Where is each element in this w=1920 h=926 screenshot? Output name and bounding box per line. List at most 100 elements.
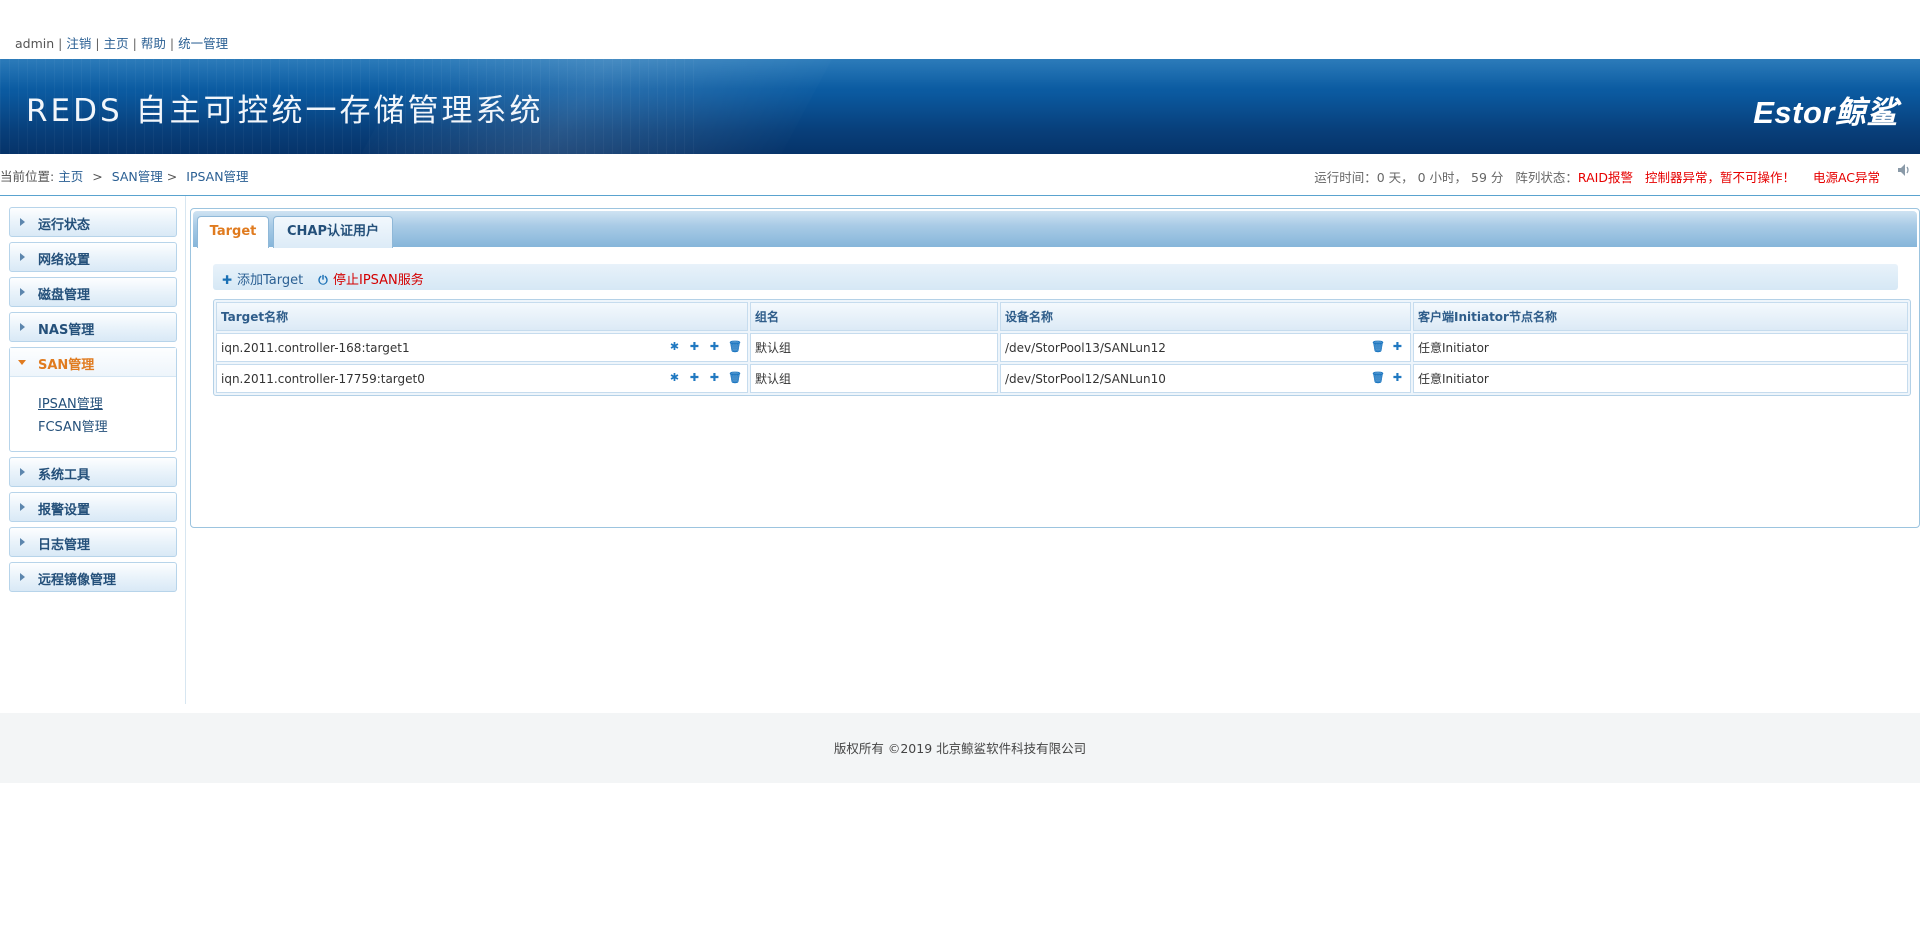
trash-icon[interactable]: 🗑: [728, 371, 742, 384]
system-status: 运行时间：0 天， 0 小时， 59 分 阵列状态：RAID报警 控制器异常，暂…: [1314, 167, 1880, 186]
menu-nas-management[interactable]: NAS管理: [9, 312, 177, 342]
device-actions: 🗑 ✚: [1364, 370, 1404, 384]
target-actions: ✱ ✚ ✚ 🗑: [661, 370, 742, 384]
menu-label: SAN管理: [38, 358, 95, 373]
cell-device: /dev/StorPool12/SANLun10 🗑 ✚: [1000, 364, 1411, 393]
plus-icon[interactable]: ✚: [1391, 340, 1404, 353]
menu-network-settings[interactable]: 网络设置: [9, 242, 177, 272]
target-name: iqn.2011.controller-17759:target0: [221, 371, 425, 386]
trash-icon[interactable]: 🗑: [728, 340, 742, 353]
breadcrumb-separator: >: [166, 169, 178, 184]
breadcrumb-prefix: 当前位置:: [0, 169, 55, 184]
plus-icon: ✚: [221, 273, 233, 287]
separator: |: [95, 36, 100, 51]
breadcrumb-san[interactable]: SAN管理: [112, 169, 163, 184]
cell-target: iqn.2011.controller-17759:target0 ✱ ✚ ✚ 🗑: [216, 364, 748, 393]
cell-target: iqn.2011.controller-168:target1 ✱ ✚ ✚ 🗑: [216, 333, 748, 362]
breadcrumb-ipsan[interactable]: IPSAN管理: [186, 169, 248, 184]
location-bar: 当前位置: 主页 > SAN管理 > IPSAN管理 运行时间：0 天， 0 小时， 5…: [0, 154, 1920, 196]
menu-system-tools[interactable]: 系统工具: [9, 457, 177, 487]
chevron-right-icon: [20, 503, 25, 511]
copyright-text: 版权所有 ©2019 北京鲸鲨软件科技有限公司: [833, 741, 1087, 756]
chevron-down-icon: [18, 360, 26, 365]
tab-chap-users[interactable]: CHAP认证用户: [273, 216, 393, 248]
menu-san-header[interactable]: SAN管理: [10, 348, 176, 377]
submenu-fcsan[interactable]: FCSAN管理: [38, 416, 176, 439]
device-name: /dev/StorPool13/SANLun12: [1005, 340, 1166, 355]
stop-ipsan-label: 停止IPSAN服务: [333, 273, 424, 288]
add-target-label: 添加Target: [237, 273, 304, 288]
col-device: 设备名称: [1000, 302, 1411, 331]
breadcrumb: 当前位置: 主页 > SAN管理 > IPSAN管理: [0, 166, 249, 185]
raid-alarm: RAID报警: [1577, 170, 1633, 185]
separator: |: [132, 36, 137, 51]
menu-label: NAS管理: [38, 323, 95, 338]
add-initiator-icon[interactable]: ✚: [708, 371, 721, 384]
target-actions: ✱ ✚ ✚ 🗑: [661, 339, 742, 353]
chevron-right-icon: [20, 323, 25, 331]
menu-label: 日志管理: [38, 538, 91, 553]
speaker-icon[interactable]: [1896, 162, 1912, 178]
cell-device: /dev/StorPool13/SANLun12 🗑 ✚: [1000, 333, 1411, 362]
menu-log-management[interactable]: 日志管理: [9, 527, 177, 557]
menu-disk-management[interactable]: 磁盘管理: [9, 277, 177, 307]
add-target-button[interactable]: ✚ 添加Target: [221, 269, 303, 288]
stop-ipsan-button[interactable]: ⏻ 停止IPSAN服务: [317, 269, 424, 288]
gear-icon[interactable]: ✱: [668, 371, 681, 384]
breadcrumb-home[interactable]: 主页: [58, 169, 83, 184]
main-panel: Target CHAP认证用户 ✚ 添加Target ⏻ 停止IPSAN服务 Tar…: [190, 208, 1920, 528]
chevron-right-icon: [20, 573, 25, 581]
breadcrumb-separator: >: [92, 169, 103, 184]
header-banner: REDS 自主可控统一存储管理系统 Estor鲸鲨: [0, 59, 1920, 154]
table-row: iqn.2011.controller-168:target1 ✱ ✚ ✚ 🗑 默认组…: [216, 333, 1908, 362]
submenu-ipsan[interactable]: IPSAN管理: [38, 393, 176, 416]
chevron-right-icon: [20, 468, 25, 476]
menu-run-status[interactable]: 运行状态: [9, 207, 177, 237]
power-icon: ⏻: [318, 273, 328, 287]
menu-label: 远程镜像管理: [38, 573, 117, 588]
power-alarm: 电源AC异常: [1812, 170, 1880, 185]
menu-alarm-settings[interactable]: 报警设置: [9, 492, 177, 522]
san-submenu: IPSAN管理 FCSAN管理: [10, 377, 176, 451]
sidebar-divider: [185, 196, 186, 704]
runtime-text: 运行时间：0 天， 0 小时， 59 分: [1314, 170, 1504, 185]
add-initiator-icon[interactable]: ✚: [708, 340, 721, 353]
cell-initiator: 任意Initiator: [1413, 364, 1908, 393]
add-lun-icon[interactable]: ✚: [688, 371, 701, 384]
home-link[interactable]: 主页: [104, 36, 129, 51]
top-links: admin | 注销 | 主页 | 帮助 | 统一管理: [15, 33, 228, 52]
menu-remote-mirror[interactable]: 远程镜像管理: [9, 562, 177, 592]
plus-icon[interactable]: ✚: [1391, 371, 1404, 384]
separator: |: [169, 36, 175, 51]
menu-label: 运行状态: [38, 218, 91, 233]
trash-icon[interactable]: 🗑: [1371, 340, 1385, 353]
toolbar: ✚ 添加Target ⏻ 停止IPSAN服务: [213, 264, 1898, 290]
menu-label: 报警设置: [38, 503, 91, 518]
cell-group: 默认组: [750, 364, 998, 393]
device-name: /dev/StorPool12/SANLun10: [1005, 371, 1166, 386]
gear-icon[interactable]: ✱: [668, 340, 681, 353]
help-link[interactable]: 帮助: [141, 36, 166, 51]
chevron-right-icon: [20, 538, 25, 546]
device-actions: 🗑 ✚: [1364, 339, 1404, 353]
chevron-right-icon: [20, 288, 25, 296]
add-lun-icon[interactable]: ✚: [688, 340, 701, 353]
logout-link[interactable]: 注销: [66, 36, 91, 51]
separator: |: [58, 36, 63, 51]
col-group: 组名: [750, 302, 998, 331]
brand-logo: Estor鲸鲨: [1753, 95, 1898, 130]
app-title: REDS 自主可控统一存储管理系统: [26, 93, 544, 129]
trash-icon[interactable]: 🗑: [1371, 371, 1385, 384]
col-initiator: 客户端Initiator节点名称: [1413, 302, 1908, 331]
menu-san-management: SAN管理 IPSAN管理 FCSAN管理: [9, 347, 177, 452]
target-name: iqn.2011.controller-168:target1: [221, 340, 410, 355]
table-header-row: Target名称 组名 设备名称 客户端Initiator节点名称: [216, 302, 1908, 331]
unified-management-link[interactable]: 统一管理: [178, 36, 228, 51]
footer: 版权所有 ©2019 北京鲸鲨软件科技有限公司: [0, 713, 1920, 783]
tab-target[interactable]: Target: [197, 216, 269, 248]
username: admin: [15, 36, 55, 51]
col-target-name: Target名称: [216, 302, 748, 331]
chevron-right-icon: [20, 253, 25, 261]
controller-alarm: 控制器异常，暂不可操作！: [1644, 170, 1795, 185]
array-status-label: 阵列状态：: [1515, 170, 1578, 185]
